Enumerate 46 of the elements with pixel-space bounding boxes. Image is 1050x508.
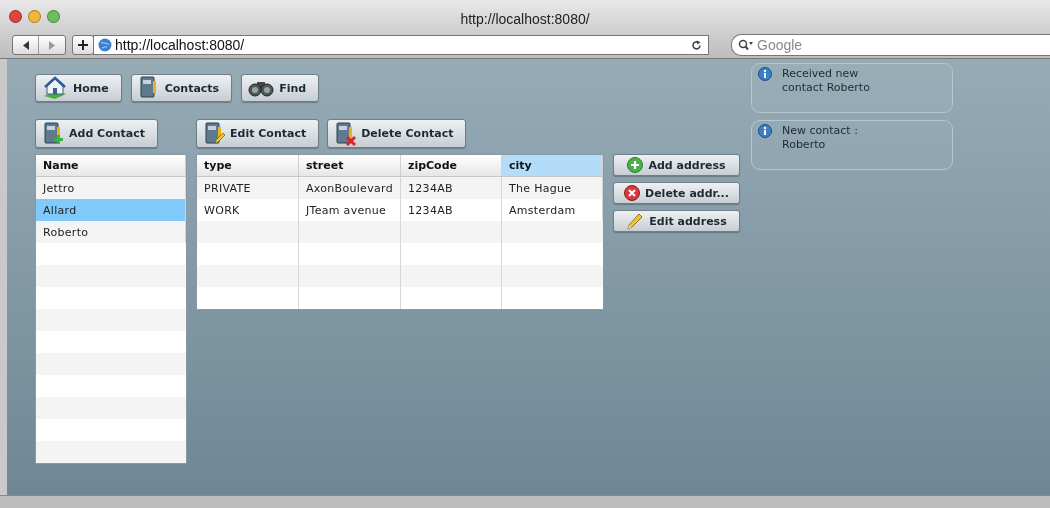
add-contact-button[interactable]: Add Contact (35, 119, 158, 148)
info-icon (758, 124, 772, 138)
column-header[interactable]: zipCode (401, 155, 502, 177)
table-cell: AxonBoulevard (299, 177, 401, 199)
contact-row[interactable]: Jettro (36, 177, 186, 199)
nav-button[interactable]: Contacts (130, 74, 233, 102)
plus-icon (78, 40, 88, 50)
info-icon (758, 67, 772, 81)
contact-row[interactable]: Allard (36, 199, 186, 221)
contact-action-button[interactable]: Delete Contact (327, 119, 467, 148)
house-icon (42, 76, 68, 100)
globe-icon (98, 38, 112, 52)
cross-icon (624, 185, 641, 201)
forward-arrow-icon (48, 40, 56, 50)
column-header[interactable]: street (299, 155, 401, 177)
address-text: http://localhost:8080/ (115, 37, 246, 53)
book-plus-icon (42, 121, 64, 146)
book-cross-icon (334, 121, 357, 146)
address-button[interactable]: Delete addr... (613, 182, 740, 204)
address-button[interactable]: Add address (613, 154, 740, 176)
reload-icon[interactable] (691, 39, 702, 51)
table-cell: 1234AB (401, 177, 502, 199)
add-bookmark-button[interactable] (72, 35, 94, 55)
table-cell: The Hague (502, 177, 603, 199)
close-button[interactable] (9, 9, 22, 23)
minimize-button[interactable] (28, 9, 41, 23)
table-cell: PRIVATE (197, 177, 299, 199)
search-icon (738, 39, 754, 51)
address-button[interactable]: Edit address (613, 210, 740, 232)
address-field[interactable]: http://localhost:8080/ (93, 35, 709, 55)
notification-text: New contact : Roberto (782, 124, 858, 153)
nav-button[interactable]: Home (35, 74, 122, 102)
column-header[interactable]: city (502, 155, 603, 177)
book-pencil-icon (203, 121, 225, 146)
plus-icon (627, 157, 644, 173)
nav-button[interactable]: Find (241, 74, 320, 102)
column-header[interactable]: Name (36, 155, 186, 177)
contact-action-button[interactable]: Edit Contact (196, 119, 320, 148)
pencil-icon (626, 212, 645, 230)
zoom-button[interactable] (47, 9, 60, 23)
back-arrow-icon (21, 40, 30, 50)
notification-text: Received new contact Roberto (782, 67, 870, 96)
column-header[interactable]: type (197, 155, 299, 177)
contact-row[interactable]: Roberto (36, 221, 186, 243)
window-title: http://localhost:8080/ (460, 10, 590, 27)
search-field[interactable]: Google (731, 34, 1050, 56)
